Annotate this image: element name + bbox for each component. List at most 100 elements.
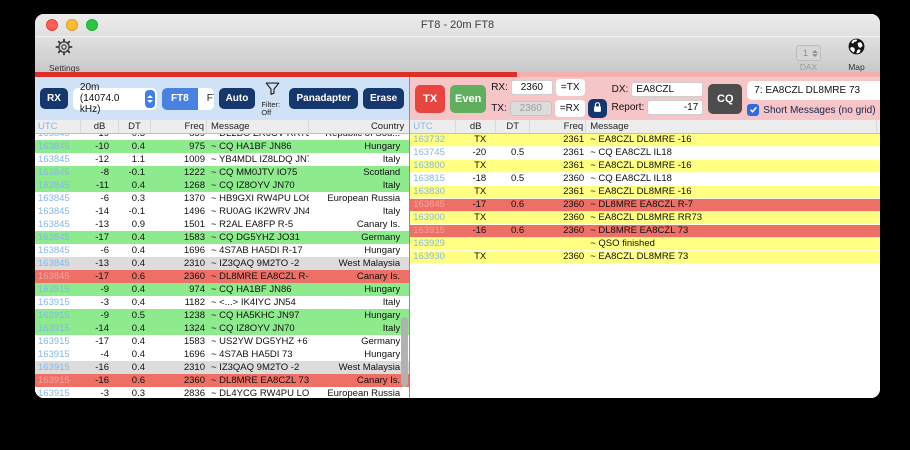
cell-utc: 163915 [38,310,70,321]
cell-country: Hungary [364,349,401,360]
cell-freq: 1324 [183,323,205,334]
panadapter-button[interactable]: Panadapter [289,88,358,109]
column-dt: DT [496,120,531,133]
decode-row[interactable]: 163915 -3 0.3 2836 ~ DL4YCG RW4PU LO64 Europe… [35,387,410,398]
cell-dt: 0.6 [510,199,525,210]
cell-freq: 2360 [183,271,205,282]
cell-freq: 1268 [183,180,205,191]
cell-freq: 1238 [183,310,205,321]
dax-value: 1 [802,48,808,58]
decode-row[interactable]: 163845 -14 -0.1 1496 ~ RU0AG IK2WRV JN45 Ital… [35,205,410,218]
decode-row[interactable]: 163915 -9 0.5 1238 ~ CQ HA5KHC JN97 Hungary [35,309,410,322]
rx-button[interactable]: RX [40,88,68,109]
decode-row[interactable]: 163915 -4 0.4 1696 ~ 4S7AB HA5DI 73 Hungary [35,348,410,361]
rx-panel-toolbar: RX 20m (14074.0 kHz) FT8 FT4 Auto [35,77,410,120]
cell-db: -16 [95,362,109,373]
cell-utc: 163915 [38,349,70,360]
auto-button[interactable]: Auto [218,88,256,109]
decode-row[interactable]: 163845 -10 0.4 975 ~ CQ HA1BF JN86 Hungary [35,140,410,153]
decode-row[interactable]: 163915 -9 0.4 974 ~ CQ HA1BF JN86 Hungary [35,283,410,296]
cell-msg: ~ DL8MRE EA8CZL 73 [590,225,689,236]
even-period-button[interactable]: Even [450,84,487,113]
decode-row[interactable]: 163845 -11 0.4 1268 ~ CQ IZ8OYV JN70 Italy [35,179,410,192]
cell-country: Germany [361,336,401,347]
decode-row[interactable]: 163915 -3 0.4 1182 ~ <...> IK4IYC JN54 Italy [35,296,410,309]
decode-row[interactable]: 163845 -12 1.1 1009 ~ YB4MDL IZ8LDQ JN70 Ital… [35,153,410,166]
settings-button[interactable]: Settings [49,37,80,73]
decode-row[interactable]: 163830 TX 2361 ~ EA8CZL DL8MRE -16 [410,186,880,199]
cell-db: -16 [95,375,109,386]
cell-freq: 1696 [183,349,205,360]
report-input[interactable]: -17 [647,100,704,115]
cell-msg: ~ EA8CZL DL8MRE -16 [590,134,692,145]
decode-row[interactable]: 163929 ~ QSO finished [410,238,880,251]
decode-row[interactable]: 163930 TX 2360 ~ EA8CZL DL8MRE 73 [410,251,880,264]
decode-row[interactable]: 163745 -20 0.5 2361 ~ CQ EA8CZL IL18 Canary I… [410,147,880,160]
decode-row[interactable]: 163915 -17 0.4 1583 ~ US2YW DG5YHZ +6 Germany [35,335,410,348]
decode-row[interactable]: 163915 -16 0.6 2360 ~ DL8MRE EA8CZL 73 Canary… [410,225,880,238]
decode-row[interactable]: 163915 -14 0.4 1324 ~ CQ IZ8OYV JN70 Italy [35,322,410,335]
eq-tx-button[interactable]: =TX [555,79,585,96]
table-header: UTC dB DT Freq Message Country [35,120,410,134]
decode-row[interactable]: 163732 TX 2361 ~ EA8CZL DL8MRE -16 [410,134,880,147]
cell-country: European Russia [327,193,401,204]
cell-msg: ~ <...> IK4IYC JN54 [211,297,296,308]
decode-row[interactable]: 163845 -8 -0.1 1222 ~ CQ MM0JTV IO75 Scotland [35,166,410,179]
tab-ft4[interactable]: FT4 [198,88,214,110]
dax-stepper[interactable]: 1 [795,45,821,61]
scrollbar-thumb[interactable] [401,317,409,387]
cell-dt: 0.4 [131,141,145,152]
cell-dt: -0.1 [128,167,145,178]
column-utc: UTC [410,120,457,133]
tx-message-select[interactable]: 7: EA8CZL DL8MRE 73 [747,81,880,100]
title-bar[interactable]: FT8 - 20m FT8 [35,14,880,36]
cell-freq: 1501 [183,219,205,230]
cell-freq: 2310 [183,362,205,373]
lock-button[interactable] [587,99,607,118]
decode-row[interactable]: 163845 -6 0.4 1696 ~ 4S7AB HA5DI R-17 Hungary [35,244,410,257]
cell-freq: 2360 [563,251,585,262]
dx-call-input[interactable]: EA8CZL [631,82,704,97]
cell-msg: ~ CQ MM0JTV IO75 [211,167,298,178]
decode-row[interactable]: 163845-190.3859~ DL2BO ZR6CV RR73Republi… [35,134,410,140]
decode-row[interactable]: 163845 -17 0.4 1583 ~ CQ DG5YHZ JO31 Germany [35,231,410,244]
decode-row[interactable]: 163800 TX 2361 ~ EA8CZL DL8MRE -16 [410,160,880,173]
filter-control[interactable]: Filter: Off [261,81,283,116]
decode-row[interactable]: 163815 -18 0.5 2360 ~ CQ EA8CZL IL18 Canary I… [410,173,880,186]
cell-utc: 163915 [38,336,70,347]
decode-row[interactable]: 163845 -17 0.6 2360 ~ DL8MRE EA8CZL R-7 Canar… [410,199,880,212]
decode-row[interactable]: 163915 -16 0.6 2360 ~ DL8MRE EA8CZL 73 Canary… [35,374,410,387]
decode-row[interactable]: 163900 TX 2360 ~ EA8CZL DL8MRE RR73 [410,212,880,225]
rx-freq-input[interactable]: 2360 [510,80,553,95]
column-dt: DT [119,120,151,133]
cq-button[interactable]: CQ [708,83,743,114]
cell-country: Canary Is. [356,219,401,230]
cell-freq: 2360 [183,375,205,386]
tx-panel: TX Even RX: 2360 =TX TX: 2360 =RX DX: EA… [410,77,880,398]
dx-label: DX: [611,84,629,95]
tab-ft8[interactable]: FT8 [161,87,198,110]
cell-freq: 2310 [183,258,205,269]
cell-utc: 163915 [38,323,70,334]
tx-enable-button[interactable]: TX [415,84,446,113]
cell-msg: ~ DL8MRE EA8CZL R-7 [590,199,694,210]
decode-row[interactable]: 163845 -6 0.3 1370 ~ HB9GXI RW4PU LO64 Europe… [35,192,410,205]
cell-db: -17 [472,199,487,210]
eq-rx-button[interactable]: =RX [554,100,585,117]
decode-row[interactable]: 163845 -17 0.6 2360 ~ DL8MRE EA8CZL R-7 Canar… [35,270,410,283]
map-button[interactable]: Map [847,37,866,72]
cell-db: -9 [100,284,109,295]
decode-row[interactable]: 163915 -16 0.4 2310 ~ IZ3QAQ 9M2TO -2 West Ma… [35,361,410,374]
cell-db: TX [474,134,487,145]
decode-row[interactable]: 163845 -13 0.9 1501 ~ R2AL EA8FP R-5 Canary I… [35,218,410,231]
decode-row[interactable]: 163845 -13 0.4 2310 ~ IZ3QAQ 9M2TO -2 West Ma… [35,257,410,270]
lock-icon [592,101,603,116]
cell-db: -14 [95,206,109,217]
band-select[interactable]: 20m (14074.0 kHz) [72,82,157,115]
cell-utc: 163915 [38,284,70,295]
erase-button[interactable]: Erase [362,88,405,109]
cell-utc: 163845 [38,245,70,256]
tx-freq-input[interactable]: 2360 [509,101,552,116]
short-messages-checkbox[interactable] [747,104,760,116]
cell-country: Republic of Sou... [309,134,409,140]
